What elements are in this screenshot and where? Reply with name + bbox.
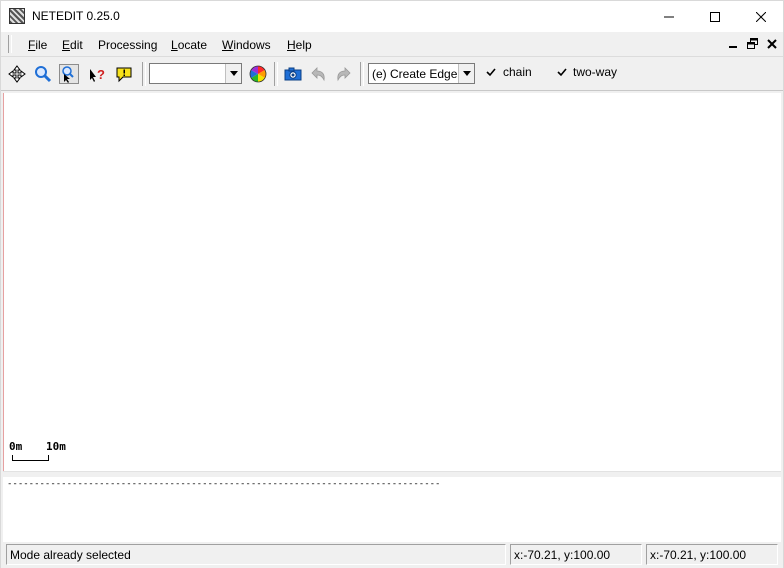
viewport-combo[interactable] (149, 63, 242, 84)
close-button[interactable] (738, 1, 784, 32)
undo-button[interactable] (308, 64, 328, 84)
undo-icon (311, 67, 325, 82)
window-title: NETEDIT 0.25.0 (32, 9, 120, 23)
screenshot-icon (284, 67, 302, 81)
color-wheel-button[interactable] (248, 64, 268, 84)
chevron-down-icon[interactable] (225, 64, 241, 83)
toolbar: ? (e) Create Edge chain two-way (1, 57, 783, 91)
two-way-label[interactable]: two-way (573, 65, 617, 79)
locate-cursor-icon (62, 66, 74, 83)
tooltip-icon (116, 67, 132, 83)
network-canvas[interactable]: 0m 10m (3, 93, 781, 471)
minimize-button[interactable] (646, 1, 692, 32)
maximize-button[interactable] (692, 1, 738, 32)
locate-button[interactable] (59, 64, 79, 84)
minimize-icon (664, 16, 674, 17)
redo-button[interactable] (334, 64, 354, 84)
two-way-checkbox[interactable] (556, 66, 568, 78)
mdi-close-icon (767, 38, 777, 49)
chain-checkbox[interactable] (485, 66, 497, 78)
status-coords-field: x:-70.21, y:100.00 (510, 544, 642, 565)
zoom-icon (35, 66, 52, 83)
status-geo-coords: x:-70.21, y:100.00 (650, 548, 747, 562)
recenter-view-button[interactable] (7, 64, 27, 84)
message-separator-line: ----------------------------------------… (7, 479, 441, 489)
toolbar-separator (274, 62, 278, 86)
mdi-restore-button[interactable] (745, 37, 759, 50)
toolbar-separator (142, 62, 146, 86)
status-message-field: Mode already selected (6, 544, 506, 565)
message-window[interactable]: ----------------------------------------… (3, 477, 781, 542)
menu-processing[interactable]: Processing (98, 38, 157, 52)
netedit-window: NETEDIT 0.25.0 File Edit Processing Loca… (0, 0, 784, 568)
maximize-icon (710, 11, 720, 22)
svg-text:?: ? (97, 67, 105, 82)
mdi-minimize-icon (729, 45, 737, 48)
screenshot-button[interactable] (283, 64, 303, 84)
app-icon[interactable] (9, 8, 25, 24)
mdi-minimize-button[interactable] (726, 37, 740, 50)
checkmark-icon (486, 67, 496, 76)
mdi-close-button[interactable] (765, 37, 779, 50)
chain-label[interactable]: chain (503, 65, 532, 79)
toolbar-separator (360, 62, 364, 86)
menu-locate[interactable]: Locate (171, 38, 207, 52)
menubar-grip[interactable] (8, 35, 12, 53)
checkmark-icon (557, 67, 567, 76)
mode-combo[interactable]: (e) Create Edge (368, 63, 475, 84)
mdi-restore-icon (746, 38, 758, 49)
close-icon (756, 11, 766, 22)
scale-ten-label: 10m (46, 440, 66, 453)
redo-icon (337, 67, 351, 82)
menu-bar: File Edit Processing Locate Windows Help (1, 32, 783, 57)
menu-edit[interactable]: Edit (62, 38, 83, 52)
title-bar[interactable]: NETEDIT 0.25.0 (1, 1, 783, 32)
help-button[interactable]: ? (87, 64, 107, 84)
status-coords: x:-70.21, y:100.00 (514, 548, 611, 562)
menu-windows[interactable]: Windows (222, 38, 271, 52)
status-bar: Mode already selected x:-70.21, y:100.00… (1, 542, 783, 568)
help-icon: ? (90, 67, 105, 82)
chevron-down-icon[interactable] (458, 64, 474, 83)
status-geo-coords-field: x:-70.21, y:100.00 (646, 544, 778, 565)
status-message: Mode already selected (10, 548, 131, 562)
scale-zero-label: 0m (9, 440, 23, 453)
color-wheel-icon (249, 65, 267, 83)
tooltip-button[interactable] (114, 64, 134, 84)
scale-bar (12, 455, 49, 461)
zoom-button[interactable] (33, 64, 53, 84)
menu-help[interactable]: Help (287, 38, 312, 52)
recenter-view-icon (8, 65, 26, 83)
menu-file[interactable]: File (28, 38, 47, 52)
